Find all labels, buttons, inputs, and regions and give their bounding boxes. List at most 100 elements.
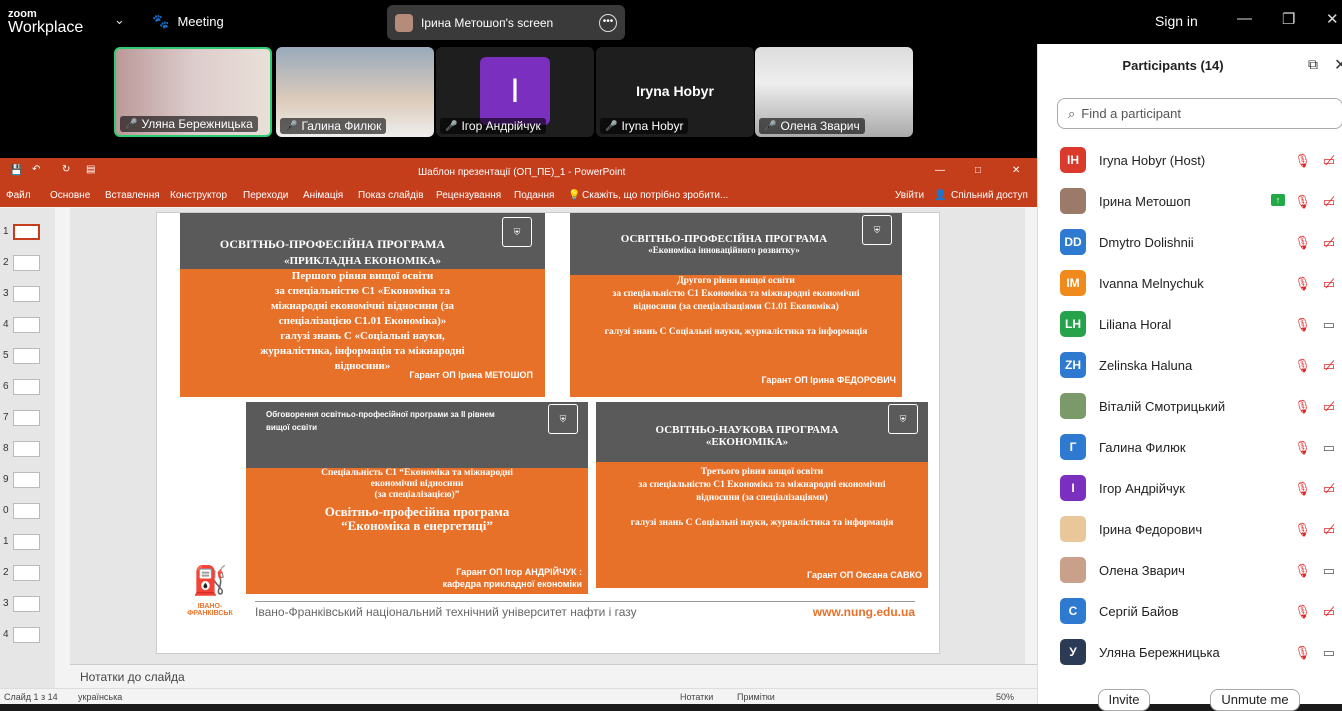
tell-me-search[interactable]: Скажіть, що потрібно зробити... — [582, 190, 728, 201]
slide-thumbnail[interactable]: 8 — [0, 439, 55, 463]
sign-in-button[interactable]: Sign in — [1155, 13, 1198, 29]
tab-view[interactable]: Подання — [514, 190, 554, 201]
mic-muted-icon[interactable]: 🎙 — [1294, 645, 1311, 661]
slide-thumbnail[interactable]: 4 — [0, 315, 55, 339]
popout-icon[interactable]: ⧉ — [1308, 56, 1318, 73]
video-tile[interactable]: 🎤 Уляна Бережницька — [114, 47, 272, 137]
comments-toggle[interactable]: Примітки — [737, 692, 775, 702]
video-tile[interactable]: 🎤 Галина Филюк — [276, 47, 434, 137]
participant-row[interactable]: У Уляна Бережницька 🎙 ▭ — [1060, 637, 1342, 667]
tab-animations[interactable]: Анімація — [303, 190, 343, 201]
mic-muted-icon[interactable]: 🎙 — [1294, 235, 1311, 251]
participant-row[interactable]: І Ігор Андрійчук 🎙 ▭̸ — [1060, 473, 1342, 503]
participant-row[interactable]: Ірина Метошоп ↑ 🎙 ▭̸ — [1060, 186, 1342, 216]
tab-review[interactable]: Рецензування — [436, 190, 501, 201]
mic-muted-icon[interactable]: 🎙 — [1294, 358, 1311, 374]
more-icon[interactable]: ••• — [599, 13, 617, 32]
tab-transitions[interactable]: Переходи — [243, 190, 288, 201]
thumbnail-image — [13, 472, 40, 488]
chevron-down-icon[interactable]: ⌄ — [114, 12, 125, 28]
participant-row[interactable]: Г Галина Филюк 🎙 ▭ — [1060, 432, 1342, 462]
video-tile[interactable]: Iryna Hobyr 🎤 Iryna Hobyr — [596, 47, 754, 137]
ppt-share-button[interactable]: Спільний доступ — [951, 190, 1028, 201]
slide-thumbnail[interactable]: 7 — [0, 408, 55, 432]
participant-row[interactable]: Віталій Смотрицький 🎙 ▭̸ — [1060, 391, 1342, 421]
slide-thumbnail[interactable]: 1 — [0, 532, 55, 556]
mic-muted-icon[interactable]: 🎙 — [1294, 440, 1311, 456]
mic-muted-icon[interactable]: 🎙 — [1294, 563, 1311, 579]
notes-toggle[interactable]: Нотатки — [680, 692, 713, 702]
slideshow-icon[interactable]: ▤ — [86, 164, 95, 175]
participant-search-input[interactable]: ⌕ Find a participant — [1057, 98, 1342, 129]
video-off-icon[interactable]: ▭̸ — [1323, 194, 1335, 210]
mic-muted-icon[interactable]: 🎙 — [1294, 481, 1311, 497]
participant-row[interactable]: С Сергій Байов 🎙 ▭̸ — [1060, 596, 1342, 626]
mic-muted-icon[interactable]: 🎙 — [1294, 194, 1311, 210]
maximize-icon[interactable]: □ — [975, 165, 981, 176]
slide-thumbnail[interactable]: 3 — [0, 594, 55, 618]
redo-icon[interactable]: ↻ — [62, 164, 70, 175]
video-tile[interactable]: I 🎤 Ігор Андрійчук — [436, 47, 594, 137]
mic-muted-icon[interactable]: 🎙 — [1294, 522, 1311, 538]
tile-name: 🎤 Ігор Андрійчук — [440, 118, 546, 134]
notes-pane[interactable]: Нотатки до слайда — [70, 664, 1037, 688]
close-icon[interactable]: ✕ — [1012, 165, 1020, 176]
tab-design[interactable]: Конструктор — [170, 190, 227, 201]
participant-row[interactable]: ZH Zelinska Haluna 🎙 ▭̸ — [1060, 350, 1342, 380]
video-on-icon[interactable]: ▭ — [1323, 563, 1335, 579]
card-line: (за спеціалізацією)” — [374, 490, 460, 500]
mic-muted-icon[interactable]: 🎙 — [1294, 399, 1311, 415]
video-off-icon[interactable]: ▭̸ — [1323, 522, 1335, 538]
mic-muted-icon[interactable]: 🎙 — [1294, 317, 1311, 333]
participant-row[interactable]: IH Iryna Hobyr (Host) 🎙 ▭̸ — [1060, 145, 1342, 175]
video-on-icon[interactable]: ▭ — [1323, 317, 1335, 333]
slide-thumbnail[interactable]: 2 — [0, 563, 55, 587]
tab-insert[interactable]: Вставлення — [105, 190, 160, 201]
slide-thumbnail[interactable]: 9 — [0, 470, 55, 494]
video-off-icon[interactable]: ▭̸ — [1323, 399, 1335, 415]
mic-muted-icon[interactable]: 🎙 — [1294, 153, 1311, 169]
mic-muted-icon[interactable]: 🎙 — [1294, 276, 1311, 292]
participant-row[interactable]: IM Ivanna Melnychuk 🎙 ▭̸ — [1060, 268, 1342, 298]
slide-thumbnail[interactable]: 4 — [0, 625, 55, 649]
mic-muted-icon[interactable]: 🎙 — [1294, 604, 1311, 620]
language-indicator[interactable]: українська — [78, 692, 122, 702]
tab-file[interactable]: Файл — [6, 190, 31, 201]
participant-name: Ірина Федорович — [1099, 521, 1203, 537]
participant-row[interactable]: LH Liliana Horal 🎙 ▭ — [1060, 309, 1342, 339]
video-off-icon[interactable]: ▭̸ — [1323, 358, 1335, 374]
unmute-button[interactable]: Unmute me — [1210, 689, 1300, 711]
close-icon[interactable]: ✕ — [1326, 10, 1339, 28]
video-off-icon[interactable]: ▭̸ — [1323, 481, 1335, 497]
slide-thumbnail[interactable]: 3 — [0, 284, 55, 308]
video-off-icon[interactable]: ▭̸ — [1323, 276, 1335, 292]
minimize-icon[interactable]: — — [935, 165, 945, 176]
tab-home[interactable]: Основне — [50, 190, 90, 201]
video-on-icon[interactable]: ▭ — [1323, 440, 1335, 456]
video-tile[interactable]: 🎤 Олена Зварич — [755, 47, 913, 137]
video-off-icon[interactable]: ▭̸ — [1323, 153, 1335, 169]
participant-row[interactable]: DD Dmytro Dolishnii 🎙 ▭̸ — [1060, 227, 1342, 257]
meeting-menu[interactable]: 🐾 Meeting — [152, 13, 224, 30]
video-off-icon[interactable]: ▭̸ — [1323, 604, 1335, 620]
undo-icon[interactable]: ↶ — [32, 164, 40, 175]
slide-thumbnail[interactable]: 6 — [0, 377, 55, 401]
slide-thumbnail[interactable]: 1 — [0, 222, 55, 246]
screen-share-pill[interactable]: Ірина Метошоп's screen ••• — [387, 5, 625, 40]
zoom-level[interactable]: 50% — [996, 692, 1014, 702]
maximize-icon[interactable]: ❐ — [1282, 10, 1295, 28]
slide-thumbnail[interactable]: 0 — [0, 501, 55, 525]
video-off-icon[interactable]: ▭̸ — [1323, 235, 1335, 251]
thumbnail-number: 2 — [3, 257, 9, 268]
minimize-icon[interactable]: — — [1237, 10, 1252, 27]
participant-row[interactable]: Олена Зварич 🎙 ▭ — [1060, 555, 1342, 585]
tab-slideshow[interactable]: Показ слайдів — [358, 190, 424, 201]
slide-thumbnail[interactable]: 5 — [0, 346, 55, 370]
video-on-icon[interactable]: ▭ — [1323, 645, 1335, 661]
ppt-signin[interactable]: Увійти — [895, 190, 924, 201]
participant-row[interactable]: Ірина Федорович 🎙 ▭̸ — [1060, 514, 1342, 544]
save-icon[interactable]: 💾 — [10, 165, 22, 176]
close-icon[interactable]: ✕ — [1334, 55, 1342, 75]
slide-thumbnail[interactable]: 2 — [0, 253, 55, 277]
invite-button[interactable]: Invite — [1098, 689, 1150, 711]
